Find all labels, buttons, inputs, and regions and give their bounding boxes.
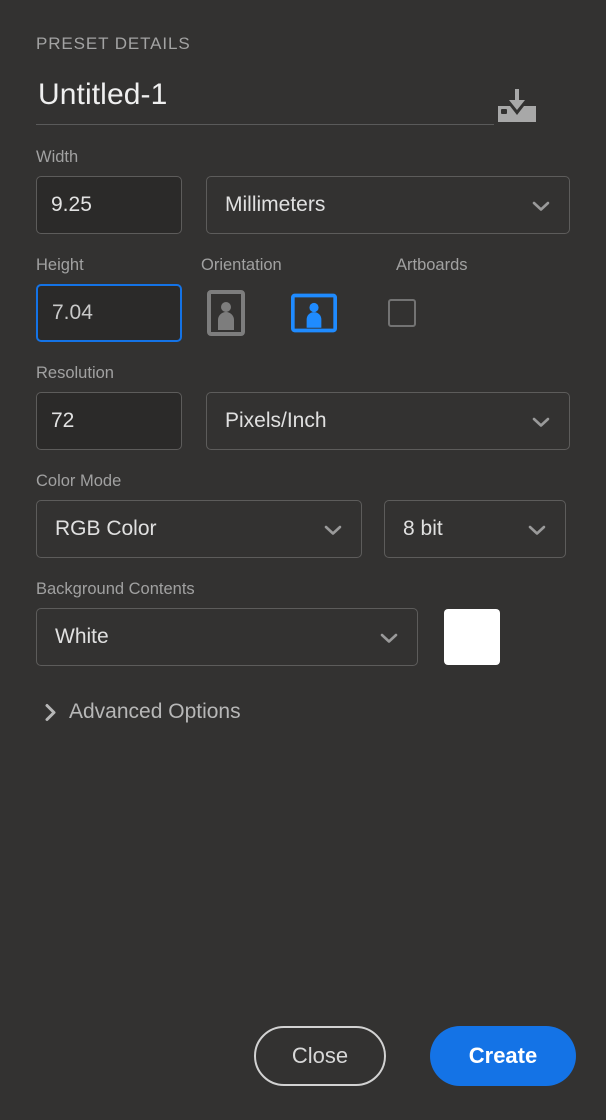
- width-row: Millimeters: [36, 176, 570, 234]
- color-mode-label: Color Mode: [36, 472, 122, 490]
- color-mode-select[interactable]: RGB Color: [36, 500, 362, 558]
- background-contents-value: White: [55, 625, 109, 648]
- artboards-control: [388, 284, 416, 342]
- document-name-row: [36, 78, 570, 126]
- document-name-input[interactable]: [36, 78, 494, 125]
- chevron-right-icon: [44, 703, 57, 722]
- height-orientation-artboards-group: Height Orientation Artboards: [36, 256, 570, 342]
- resolution-label: Resolution: [36, 364, 114, 382]
- background-color-swatch[interactable]: [444, 609, 500, 665]
- color-mode-row: RGB Color 8 bit: [36, 500, 570, 558]
- resolution-row: Pixels/Inch: [36, 392, 570, 450]
- height-label: Height: [36, 256, 84, 274]
- page-title: PRESET DETAILS: [36, 34, 191, 53]
- bit-depth-value: 8 bit: [403, 517, 443, 540]
- document-name-field-wrapper: [36, 78, 494, 125]
- advanced-options-toggle[interactable]: Advanced Options: [44, 700, 570, 724]
- triple-label-row: Height Orientation Artboards: [36, 256, 570, 284]
- preset-details-panel: PRESET DETAILS Width Millimeters: [0, 0, 606, 1120]
- background-contents-group: Background Contents White: [36, 580, 570, 666]
- portrait-orientation-button[interactable]: [203, 287, 249, 339]
- width-label: Width: [36, 148, 79, 166]
- chevron-down-icon: [323, 523, 343, 535]
- footer-actions: Close Create: [254, 1026, 576, 1086]
- artboards-label: Artboards: [396, 256, 468, 274]
- chevron-down-icon: [379, 631, 399, 643]
- color-mode-group: Color Mode RGB Color 8 bit: [36, 472, 570, 558]
- resolution-unit-select[interactable]: Pixels/Inch: [206, 392, 570, 450]
- artboards-checkbox[interactable]: [388, 299, 416, 327]
- resolution-input[interactable]: [36, 392, 182, 450]
- background-contents-select[interactable]: White: [36, 608, 418, 666]
- resolution-group: Resolution Pixels/Inch: [36, 364, 570, 450]
- save-preset-icon[interactable]: [494, 86, 540, 126]
- color-mode-value: RGB Color: [55, 517, 157, 540]
- triple-control-row: [36, 284, 570, 342]
- width-unit-select[interactable]: Millimeters: [206, 176, 570, 234]
- background-contents-label: Background Contents: [36, 580, 195, 598]
- height-input[interactable]: [36, 284, 182, 342]
- create-button[interactable]: Create: [430, 1026, 576, 1086]
- landscape-orientation-button[interactable]: [291, 287, 337, 339]
- width-unit-value: Millimeters: [225, 193, 326, 216]
- chevron-down-icon: [531, 199, 551, 211]
- resolution-unit-value: Pixels/Inch: [225, 409, 327, 432]
- chevron-down-icon: [531, 415, 551, 427]
- width-group: Width Millimeters: [36, 148, 570, 234]
- bit-depth-select[interactable]: 8 bit: [384, 500, 566, 558]
- chevron-down-icon: [527, 523, 547, 535]
- orientation-label: Orientation: [201, 256, 282, 274]
- advanced-options-label: Advanced Options: [69, 700, 241, 723]
- width-input[interactable]: [36, 176, 182, 234]
- orientation-control: [203, 287, 337, 339]
- close-button[interactable]: Close: [254, 1026, 386, 1086]
- background-contents-row: White: [36, 608, 570, 666]
